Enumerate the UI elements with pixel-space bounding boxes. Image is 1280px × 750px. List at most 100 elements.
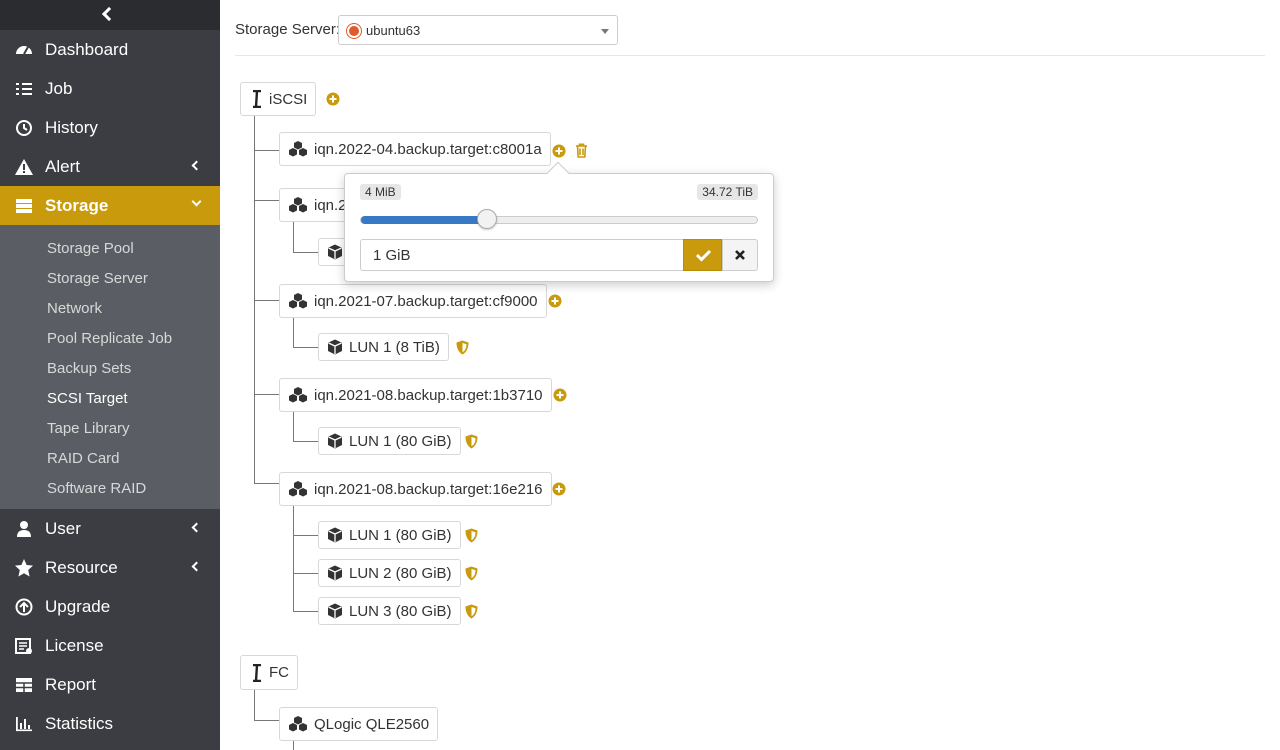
sidebar-item-storage[interactable]: Storage [0,186,220,225]
tree-target-label: QLogic QLE2560 [314,715,430,733]
tree-line [254,690,255,720]
shield-icon[interactable] [465,528,478,543]
cube-icon [328,527,342,543]
tree-lun[interactable]: LUN 1 (80 GiB) [318,427,461,455]
tree-target-label: iqn.2021-07.backup.target:cf9000 [314,292,538,310]
tree-line [293,573,318,574]
size-slider-handle[interactable] [477,209,498,229]
sidebar-item-license[interactable]: License [0,626,220,665]
server-select[interactable]: ubuntu63 [338,15,618,45]
license-icon [15,638,32,654]
add-target-icon[interactable] [326,92,340,106]
server-select-value: ubuntu63 [366,23,421,38]
sidebar-collapse-button[interactable] [0,0,220,30]
confirm-button[interactable] [683,239,722,271]
sidebar-subitem-storage-server[interactable]: Storage Server [0,265,220,295]
sidebar-item-resource[interactable]: Resource [0,548,220,587]
slider-min-label: 4 MiB [360,184,401,200]
trash-icon[interactable] [575,143,588,158]
shield-icon[interactable] [465,604,478,619]
add-lun-icon[interactable] [548,294,562,308]
sidebar-subitem-software-raid[interactable]: Software RAID [0,475,220,505]
add-lun-icon[interactable] [552,482,566,496]
ubuntu-icon [347,24,361,38]
history-icon [16,120,32,136]
tree-target[interactable]: iqn.2021-08.backup.target:16e216 [279,472,552,506]
sidebar-item-label: Dashboard [45,40,129,59]
tree-line [293,222,294,252]
size-slider-track[interactable] [360,216,758,224]
add-lun-icon[interactable] [553,388,567,402]
dashboard-icon [16,46,32,55]
sidebar-item-label: Resource [45,558,118,577]
divider [235,55,1265,56]
tree-line [254,150,279,151]
text-cursor-icon [253,90,261,108]
shield-icon[interactable] [456,340,469,355]
warning-icon [15,159,33,175]
chevron-left-icon [191,522,202,533]
text-cursor-icon [253,663,261,682]
tree-lun[interactable]: LUN 2 (80 GiB) [318,559,461,587]
cube-icon [328,339,342,355]
sidebar-item-statistics[interactable]: Statistics [0,704,220,743]
tree-line [293,506,294,611]
tree-lun[interactable]: LUN 1 (80 GiB) [318,521,461,549]
sidebar-item-dashboard[interactable]: Dashboard [0,30,220,69]
tree-line [254,720,279,721]
size-input[interactable] [360,239,684,271]
cubes-icon [289,387,307,403]
shield-icon[interactable] [465,434,478,449]
sidebar-item-user[interactable]: User [0,509,220,548]
shield-icon[interactable] [465,566,478,581]
sidebar-subitem-raid-card[interactable]: RAID Card [0,445,220,475]
tree-target[interactable]: iqn.2021-08.backup.target:1b3710 [279,378,552,412]
tree-line [293,347,318,348]
cube-icon [328,244,342,260]
sidebar-subitem-storage-pool[interactable]: Storage Pool [0,235,220,265]
sidebar-subitem-scsi-target[interactable]: SCSI Target [0,385,220,415]
sidebar-item-alert[interactable]: Alert [0,147,220,186]
upgrade-icon [15,598,33,616]
sidebar-item-label: Storage [45,196,109,215]
sidebar-subitem-network[interactable]: Network [0,295,220,325]
sidebar-item-label: History [45,118,98,137]
sidebar-item-history[interactable]: History [0,108,220,147]
size-slider-fill [361,216,489,224]
sidebar-item-job[interactable]: Job [0,69,220,108]
cube-icon [328,433,342,449]
tree-lun-label: LUN 2 (80 GiB) [349,564,452,582]
tree-target[interactable]: QLogic QLE2560 [279,707,439,741]
cubes-icon [289,716,307,732]
chevron-left-icon [101,6,117,22]
tree-lun-label: LUN 1 (80 GiB) [349,526,452,544]
tree-target[interactable]: iqn.2021-07.backup.target:cf9000 [279,284,547,318]
table-icon [16,678,32,692]
add-lun-icon[interactable] [552,144,566,158]
sidebar: Dashboard Job History Alert Storage Stor… [0,0,220,750]
sidebar-item-report[interactable]: Report [0,665,220,704]
sidebar-subitem-pool-replicate-job[interactable]: Pool Replicate Job [0,325,220,355]
user-icon [17,521,31,537]
sidebar-item-label: Alert [45,157,80,176]
tree-lun[interactable]: LUN 1 (8 TiB) [318,333,449,361]
storage-icon [16,199,32,213]
lun-size-popover: 4 MiB 34.72 TiB [344,161,774,282]
sidebar-item-upgrade[interactable]: Upgrade [0,587,220,626]
star-icon [15,559,33,577]
sidebar-subitem-tape-library[interactable]: Tape Library [0,415,220,445]
sidebar-subitem-backup-sets[interactable]: Backup Sets [0,355,220,385]
tree-target[interactable]: iqn.2022-04.backup.target:c8001a [279,132,551,166]
check-icon [695,249,712,262]
list-icon [16,83,32,95]
tree-lun-label: LUN 1 (80 GiB) [349,432,452,450]
tree-root-iscsi[interactable]: iSCSI [240,82,317,116]
tree-lun-label: LUN 3 (80 GiB) [349,602,452,620]
tree-line [254,483,279,484]
tree-lun[interactable]: LUN 3 (80 GiB) [318,597,461,625]
cube-icon [328,565,342,581]
cubes-icon [289,293,307,309]
cancel-button[interactable] [722,239,758,271]
tree-root-fc[interactable]: FC [240,655,298,690]
tree-line [293,741,294,750]
